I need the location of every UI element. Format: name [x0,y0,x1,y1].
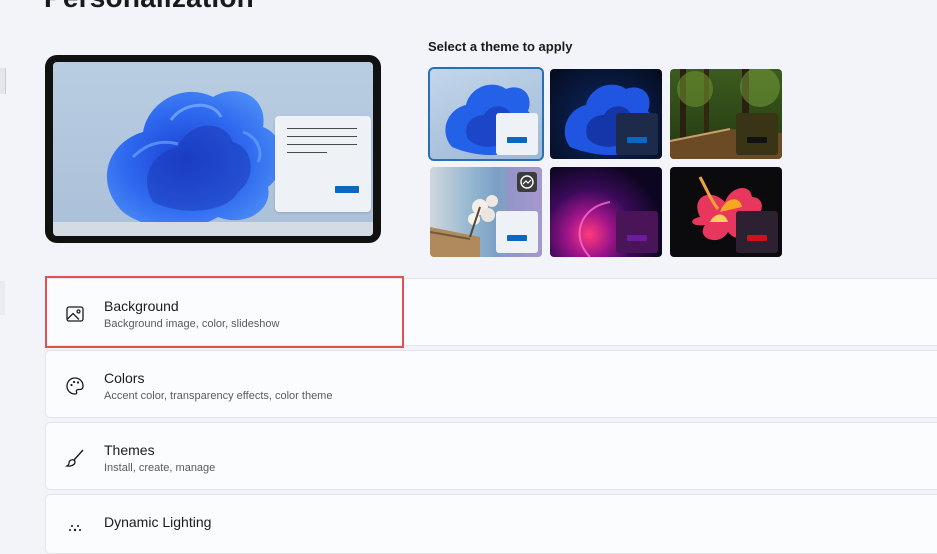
preview-screen [53,62,373,236]
theme-card [496,211,538,253]
theme-tile-flower[interactable] [670,167,782,257]
image-icon [66,306,84,322]
theme-card [616,113,658,155]
preview-taskbar [53,222,373,236]
theme-tile-glow[interactable] [550,167,662,257]
sparkle-icon [69,525,81,532]
theme-card [736,113,778,155]
setting-subtitle: Accent color, transparency effects, colo… [104,390,333,402]
setting-subtitle: Install, create, manage [104,462,216,474]
setting-colors[interactable]: Colors Accent color, transparency effect… [45,350,937,418]
preview-button [335,186,359,193]
setting-themes[interactable]: Themes Install, create, manage [45,422,937,490]
preview-window [275,116,371,212]
themes-heading: Select a theme to apply [428,39,573,54]
setting-title: Background [104,298,179,314]
nav-search-edge[interactable] [0,68,6,94]
theme-preview [45,55,381,243]
setting-title: Dynamic Lighting [104,514,212,530]
page-title: Personalization [44,0,254,14]
palette-icon [66,377,84,395]
theme-card [736,211,778,253]
theme-tile-light[interactable] [428,67,544,161]
nav-selected-edge[interactable] [0,281,5,315]
slideshow-icon [517,172,537,192]
brush-icon [64,449,84,467]
setting-title: Colors [104,370,145,386]
theme-tile-forest[interactable] [670,69,782,159]
theme-tile-blossom[interactable] [430,167,542,257]
setting-title: Themes [104,442,155,458]
setting-dynamic-lighting[interactable]: Dynamic Lighting [45,494,937,554]
theme-card [496,113,538,155]
setting-background[interactable]: Background Background image, color, slid… [45,278,937,346]
theme-tile-dark[interactable] [550,69,662,159]
setting-subtitle: Background image, color, slideshow [104,318,280,330]
theme-card [616,211,658,253]
